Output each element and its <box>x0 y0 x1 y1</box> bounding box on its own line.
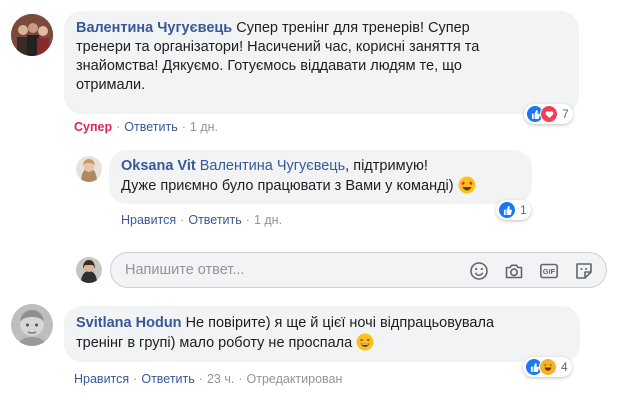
sticker-icon[interactable] <box>574 261 594 281</box>
comment-text: , підтримую! <box>345 158 428 174</box>
reply-link[interactable]: Ответить <box>188 213 241 227</box>
grin-emoji-icon <box>356 333 374 357</box>
avatar-svitlana[interactable] <box>11 304 53 346</box>
reply-input[interactable] <box>123 261 457 279</box>
gif-icon[interactable]: GIF <box>539 261 559 281</box>
timestamp[interactable]: 1 дн. <box>190 120 218 134</box>
love-reaction-icon <box>540 105 558 123</box>
comment-line: Oksana Vit Валентина Чугуєвець, підтриму… <box>121 157 520 176</box>
reaction-count: 7 <box>562 107 569 121</box>
comment-bubble: Oksana Vit Валентина Чугуєвець, підтриму… <box>109 150 532 204</box>
comment-text: отримали. <box>76 77 146 93</box>
comment-author[interactable]: Валентина Чугуєвець <box>76 20 232 36</box>
timestamp[interactable]: 1 дн. <box>254 213 282 227</box>
comment-actions: Нравится · Ответить · 23 ч. · Отредактирован <box>74 372 343 386</box>
current-user-avatar <box>76 257 102 283</box>
reaction-summary[interactable]: 7 <box>524 104 573 124</box>
comment-bubble: Svitlana Hodun Не повірите) я ще й цієї … <box>64 306 580 362</box>
comment-line: Svitlana Hodun Не повірите) я ще й цієї … <box>76 314 568 333</box>
avatar-oksana[interactable] <box>76 156 102 182</box>
reply-link[interactable]: Ответить <box>141 372 194 386</box>
comment-text: тренери та організатори! Насичений час, … <box>76 39 480 55</box>
svg-text:GIF: GIF <box>543 267 556 276</box>
like-link[interactable]: Нравится <box>74 372 129 386</box>
smiley-icon[interactable] <box>469 261 489 281</box>
like-reaction-icon <box>498 201 516 219</box>
reply-input-container: GIF <box>110 252 607 288</box>
comment-bubble: Валентина Чугуєвець Супер тренінг для тр… <box>64 11 579 114</box>
comment-text: тренінг в групі) мало роботу не проспала <box>76 335 353 351</box>
comment-text: Дуже приємно було працювати з Вами у ком… <box>121 178 454 194</box>
reaction-count: 4 <box>561 360 568 374</box>
reaction-summary[interactable]: 1 <box>496 200 531 220</box>
comment-line: Валентина Чугуєвець Супер тренінг для тр… <box>76 19 567 38</box>
edited-label[interactable]: Отредактирован <box>247 372 343 386</box>
haha-reaction-icon <box>539 358 557 376</box>
reaction-super-link[interactable]: Супер <box>74 120 112 134</box>
comment-author[interactable]: Svitlana Hodun <box>76 315 182 331</box>
reaction-summary[interactable]: 4 <box>523 357 572 377</box>
comment-text: Не повірите) я ще й цієї ночі відпрацьов… <box>185 315 495 331</box>
like-link[interactable]: Нравится <box>121 213 176 227</box>
reply-link[interactable]: Ответить <box>124 120 177 134</box>
comment-text: знайомства! Дякуємо. Готуємось віддавати… <box>76 58 462 74</box>
timestamp[interactable]: 23 ч. <box>207 372 234 386</box>
comment-author[interactable]: Oksana Vit <box>121 158 196 174</box>
reaction-count: 1 <box>520 203 527 217</box>
comment-line: тренінг в групі) мало роботу не проспала <box>76 333 568 357</box>
comment-actions: Нравится · Ответить · 1 дн. <box>121 213 283 227</box>
avatar-valentyna[interactable] <box>11 14 53 56</box>
comment-line: Дуже приємно було працювати з Вами у ком… <box>121 176 520 200</box>
mention-link[interactable]: Валентина Чугуєвець <box>200 158 345 174</box>
heart-eyes-emoji-icon <box>458 176 476 200</box>
camera-icon[interactable] <box>504 261 524 281</box>
comment-text: Супер тренінг для тренерів! Супер <box>236 20 470 36</box>
comment-actions: Супер · Ответить · 1 дн. <box>74 120 219 134</box>
